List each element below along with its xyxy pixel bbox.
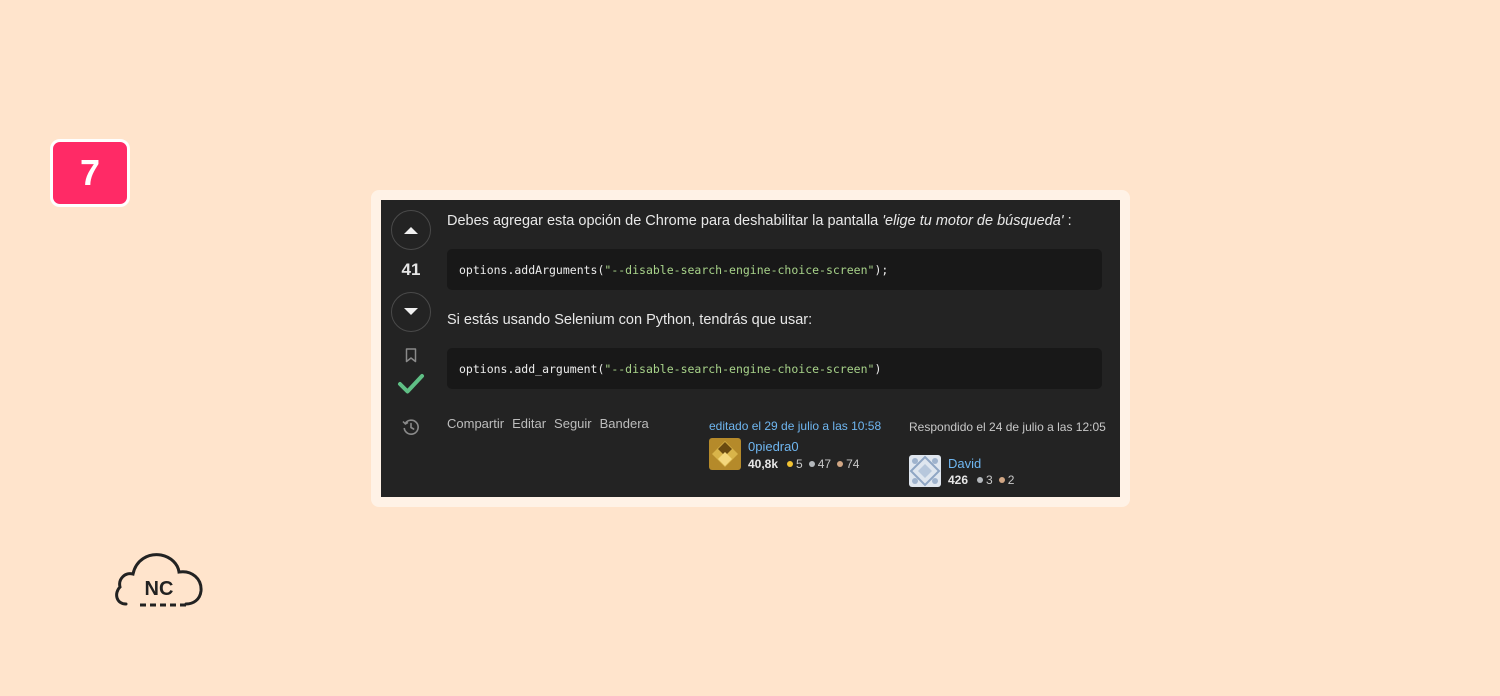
silver-badge-icon — [808, 461, 815, 467]
editor-silver-count: 47 — [817, 457, 832, 471]
editor-gold-count: 5 — [796, 457, 803, 471]
post-actions: Compartir Editar Seguir Bandera — [447, 416, 649, 431]
code-1-end: ); — [874, 262, 889, 277]
author-bronze-count: 2 — [1007, 473, 1015, 487]
cloud-logo-icon: NC — [115, 553, 203, 607]
share-link[interactable]: Compartir — [447, 416, 504, 431]
editor-avatar-icon — [709, 438, 741, 470]
gold-badge-icon — [787, 461, 794, 467]
accepted-check-icon — [398, 374, 424, 394]
author-name-link[interactable]: David — [948, 456, 981, 471]
answer-paragraph-1: Debes agregar esta opción de Chrome para… — [447, 211, 1072, 231]
code-block-java: options.addArguments("--disable-search-e… — [447, 249, 1102, 290]
paragraph-1-suffix: : — [1063, 213, 1072, 229]
nc-cloud-logo: NC — [112, 549, 206, 611]
editor-bronze-count: 74 — [846, 457, 860, 471]
logo-text: NC — [145, 578, 174, 600]
bookmark-button[interactable] — [402, 345, 420, 365]
author-avatar[interactable] — [909, 455, 941, 487]
answer-card: 41 Debes agregar esta opción de Chrome p… — [381, 200, 1120, 497]
bronze-badge-icon — [998, 477, 1005, 483]
downvote-button[interactable] — [391, 292, 431, 332]
step-number-badge: 7 — [50, 139, 130, 207]
editor-avatar[interactable] — [709, 438, 741, 470]
code-block-python: options.add_argument("--disable-search-e… — [447, 348, 1102, 389]
code-1-string: "--disable-search-engine-choice-screen" — [604, 262, 875, 277]
flag-link[interactable]: Bandera — [600, 416, 649, 431]
editor-reputation: 40,8k 5 47 74 — [748, 457, 859, 471]
follow-link[interactable]: Seguir — [554, 416, 592, 431]
vote-score: 41 — [401, 260, 421, 279]
answered-timestamp: Respondido el 24 de julio a las 12:05 — [909, 420, 1106, 434]
code-2-call: options.add_argument( — [459, 361, 605, 376]
author-avatar-icon — [909, 455, 941, 487]
silver-badge-icon — [977, 477, 984, 483]
paragraph-1-text: Debes agregar esta opción de Chrome para… — [447, 213, 883, 229]
history-icon — [402, 419, 419, 435]
bronze-badge-icon — [837, 461, 844, 467]
author-reputation: 426 3 2 — [948, 473, 1014, 487]
code-2-end: ) — [874, 361, 882, 376]
downvote-icon — [404, 308, 418, 315]
bookmark-icon — [405, 347, 417, 362]
edit-link[interactable]: Editar — [512, 416, 546, 431]
accepted-answer-mark — [397, 370, 425, 398]
upvote-icon — [404, 227, 418, 234]
history-button[interactable] — [400, 416, 422, 438]
upvote-button[interactable] — [391, 210, 431, 250]
code-1-call: options.addArguments( — [459, 262, 605, 277]
paragraph-1-emphasis: 'elige tu motor de búsqueda' — [882, 213, 1064, 229]
code-2-string: "--disable-search-engine-choice-screen" — [604, 361, 875, 376]
author-silver-count: 3 — [986, 473, 993, 487]
editor-name-link[interactable]: 0piedra0 — [748, 439, 799, 454]
edited-timestamp-link[interactable]: editado el 29 de julio a las 10:58 — [709, 419, 881, 433]
answer-paragraph-2: Si estás usando Selenium con Python, ten… — [447, 312, 813, 328]
editor-reputation-score: 40,8k — [748, 457, 779, 471]
author-reputation-score: 426 — [948, 473, 969, 487]
